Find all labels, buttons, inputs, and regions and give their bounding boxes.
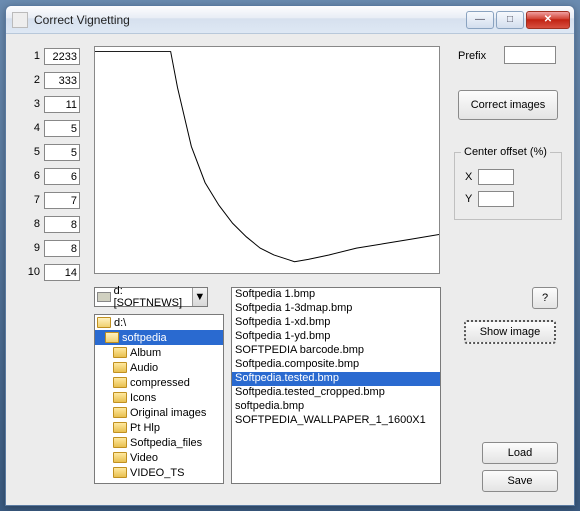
folder-label: Video bbox=[130, 452, 158, 464]
folder-icon bbox=[113, 392, 127, 403]
param-input-1[interactable] bbox=[44, 48, 80, 65]
app-icon bbox=[12, 12, 28, 28]
param-label-6: 6 bbox=[26, 170, 40, 182]
file-item[interactable]: Softpedia.tested.bmp bbox=[232, 372, 440, 386]
param-input-8[interactable] bbox=[44, 216, 80, 233]
center-offset-group: Center offset (%) X Y bbox=[454, 152, 562, 220]
center-x-label: X bbox=[465, 171, 472, 183]
file-item[interactable]: Softpedia 1-yd.bmp bbox=[232, 330, 440, 344]
titlebar[interactable]: Correct Vignetting — □ ✕ bbox=[6, 6, 574, 34]
window-title: Correct Vignetting bbox=[34, 13, 466, 27]
app-window: Correct Vignetting — □ ✕ 1 2 3 4 5 6 7 8 9 10 Pre… bbox=[5, 5, 575, 506]
param-label-9: 9 bbox=[26, 242, 40, 254]
folder-icon bbox=[113, 437, 127, 448]
param-input-6[interactable] bbox=[44, 168, 80, 185]
correct-images-button[interactable]: Correct images bbox=[458, 90, 558, 120]
file-item[interactable]: SOFTPEDIA_WALLPAPER_1_1600X1 bbox=[232, 414, 440, 428]
file-list[interactable]: Softpedia 1.bmpSoftpedia 1-3dmap.bmpSoft… bbox=[231, 287, 441, 484]
folder-label: Pt Hlp bbox=[130, 422, 160, 434]
folder-label: softpedia bbox=[122, 332, 167, 344]
folder-item[interactable]: Softpedia_files bbox=[95, 435, 223, 450]
close-button[interactable]: ✕ bbox=[526, 11, 570, 29]
folder-item[interactable]: Video bbox=[95, 450, 223, 465]
folder-item[interactable]: compressed bbox=[95, 375, 223, 390]
drive-icon bbox=[97, 292, 111, 302]
folder-icon bbox=[113, 347, 127, 358]
folder-label: compressed bbox=[130, 377, 190, 389]
center-offset-title: Center offset (%) bbox=[461, 146, 550, 158]
file-item[interactable]: Softpedia 1-3dmap.bmp bbox=[232, 302, 440, 316]
folder-icon bbox=[113, 407, 127, 418]
window-controls: — □ ✕ bbox=[466, 11, 570, 29]
param-input-2[interactable] bbox=[44, 72, 80, 89]
center-x-input[interactable] bbox=[478, 169, 514, 185]
param-input-10[interactable] bbox=[44, 264, 80, 281]
center-y-label: Y bbox=[465, 193, 472, 205]
folder-label: Icons bbox=[130, 392, 156, 404]
param-input-9[interactable] bbox=[44, 240, 80, 257]
param-label-7: 7 bbox=[26, 194, 40, 206]
load-button[interactable]: Load bbox=[482, 442, 558, 464]
save-button[interactable]: Save bbox=[482, 470, 558, 492]
folder-item[interactable]: softpedia bbox=[95, 330, 223, 345]
file-item[interactable]: Softpedia 1.bmp bbox=[232, 288, 440, 302]
folder-icon bbox=[113, 362, 127, 373]
drive-text: d: [SOFTNEWS] bbox=[114, 285, 192, 309]
file-item[interactable]: softpedia.bmp bbox=[232, 400, 440, 414]
folder-item[interactable]: VIDEO_TS bbox=[95, 465, 223, 480]
folder-icon bbox=[113, 422, 127, 433]
folder-icon bbox=[113, 467, 127, 478]
prefix-input[interactable] bbox=[504, 46, 556, 64]
drive-combo[interactable]: d: [SOFTNEWS] ▼ bbox=[94, 287, 208, 307]
folder-label: d:\ bbox=[114, 317, 126, 329]
param-label-3: 3 bbox=[26, 98, 40, 110]
folder-label: Softpedia_files bbox=[130, 437, 202, 449]
maximize-button[interactable]: □ bbox=[496, 11, 524, 29]
param-input-3[interactable] bbox=[44, 96, 80, 113]
help-button[interactable]: ? bbox=[532, 287, 558, 309]
folder-item[interactable]: Audio bbox=[95, 360, 223, 375]
vignetting-chart bbox=[94, 46, 440, 274]
client-area: 1 2 3 4 5 6 7 8 9 10 Prefix Correct images Center… bbox=[6, 34, 574, 505]
file-item[interactable]: Softpedia 1-xd.bmp bbox=[232, 316, 440, 330]
param-label-10: 10 bbox=[26, 266, 40, 278]
center-y-input[interactable] bbox=[478, 191, 514, 207]
folder-label: VIDEO_TS bbox=[130, 467, 184, 479]
folder-open-icon bbox=[97, 317, 111, 328]
minimize-button[interactable]: — bbox=[466, 11, 494, 29]
file-item[interactable]: Softpedia.tested_cropped.bmp bbox=[232, 386, 440, 400]
folder-open-icon bbox=[105, 332, 119, 343]
folder-label: Audio bbox=[130, 362, 158, 374]
param-label-2: 2 bbox=[26, 74, 40, 86]
folder-icon bbox=[113, 452, 127, 463]
prefix-label: Prefix bbox=[458, 50, 486, 62]
file-item[interactable]: Softpedia.composite.bmp bbox=[232, 358, 440, 372]
param-input-4[interactable] bbox=[44, 120, 80, 137]
folder-label: Album bbox=[130, 347, 161, 359]
folder-item[interactable]: Icons bbox=[95, 390, 223, 405]
param-label-8: 8 bbox=[26, 218, 40, 230]
folder-item[interactable]: Album bbox=[95, 345, 223, 360]
file-item[interactable]: SOFTPEDIA barcode.bmp bbox=[232, 344, 440, 358]
folder-label: Original images bbox=[130, 407, 206, 419]
param-label-5: 5 bbox=[26, 146, 40, 158]
chevron-down-icon[interactable]: ▼ bbox=[192, 288, 207, 306]
param-input-7[interactable] bbox=[44, 192, 80, 209]
folder-item[interactable]: Original images bbox=[95, 405, 223, 420]
folder-icon bbox=[113, 377, 127, 388]
param-input-5[interactable] bbox=[44, 144, 80, 161]
show-image-button[interactable]: Show image bbox=[464, 320, 556, 344]
folder-list[interactable]: d:\ softpedia Album Audio compressed Icons Ori… bbox=[94, 314, 224, 484]
param-label-4: 4 bbox=[26, 122, 40, 134]
folder-item[interactable]: d:\ bbox=[95, 315, 223, 330]
folder-item[interactable]: Pt Hlp bbox=[95, 420, 223, 435]
param-label-1: 1 bbox=[26, 50, 40, 62]
